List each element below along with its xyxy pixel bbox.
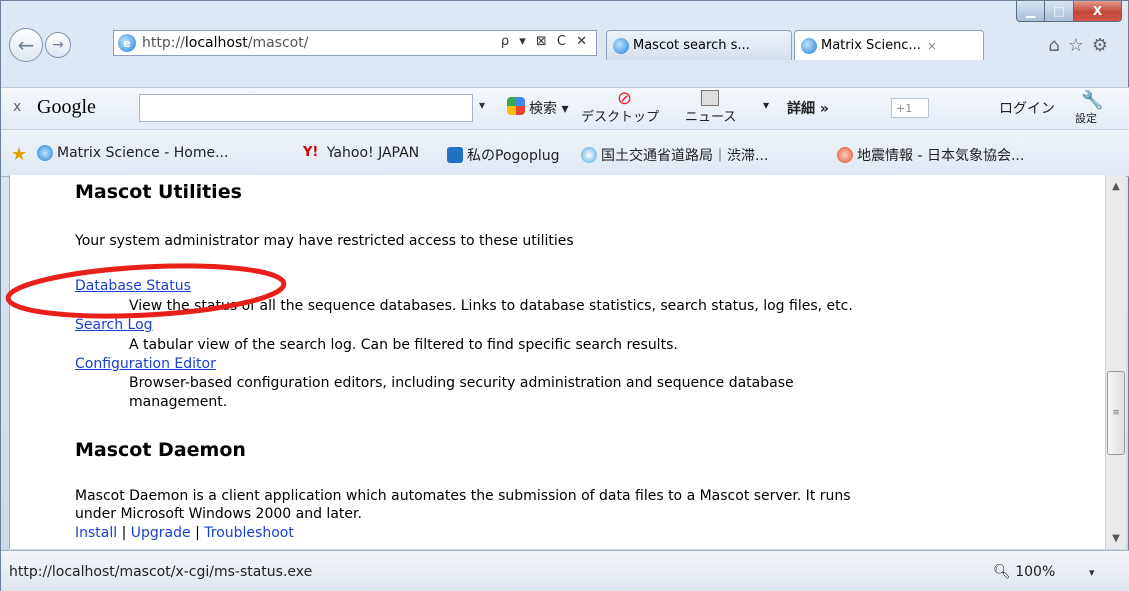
address-tools-icon[interactable]: ρ ▾ ⊠ C ✕ xyxy=(501,34,590,49)
forward-arrow-icon: → xyxy=(52,37,64,53)
favorites-bar: ★ Matrix Science - Home... Y! Yahoo! JAP… xyxy=(1,129,1129,177)
add-favorite-icon[interactable]: ★ xyxy=(11,144,27,165)
weather-icon xyxy=(837,147,853,163)
database-status-desc: View the status of all the sequence data… xyxy=(129,298,853,314)
favorite-label: Matrix Science - Home... xyxy=(57,145,229,161)
google-logo: Google xyxy=(37,96,96,118)
close-button[interactable]: X xyxy=(1074,1,1122,22)
pogoplug-icon xyxy=(447,147,463,163)
link-separator: | xyxy=(121,525,127,541)
tab-label: Mascot search s... xyxy=(633,38,750,53)
page-content: Mascot Utilities Your system administrat… xyxy=(9,175,1105,549)
tab-close-icon[interactable]: × xyxy=(927,39,937,53)
url-scheme: http:// xyxy=(142,35,185,51)
google-toolbar: x Google ▾ 検索 ▾ ⊘ デスクトップ ニュース ▾ 詳細 » +1 … xyxy=(1,87,1129,129)
maximize-icon: □ xyxy=(1053,4,1065,18)
back-button[interactable]: ← xyxy=(9,28,43,62)
tab-mascot-search[interactable]: Mascot search s... xyxy=(606,30,792,60)
yahoo-icon: Y! xyxy=(303,145,319,160)
scroll-thumb[interactable]: ≡ xyxy=(1107,371,1125,455)
favorite-label: 私のPogoplug xyxy=(467,148,560,164)
zoom-dropdown-icon[interactable]: ▾ xyxy=(1089,566,1095,579)
link-separator: | xyxy=(195,525,200,541)
favorite-link-earthquake[interactable]: 地震情報 - 日本気象協会... xyxy=(837,145,1024,165)
vertical-scrollbar[interactable]: ▲ ≡ ▼ xyxy=(1105,175,1126,549)
install-link[interactable]: Install xyxy=(75,525,117,541)
settings-button[interactable]: 設定 xyxy=(1075,110,1097,126)
url-host: localhost xyxy=(184,35,248,51)
upgrade-link[interactable]: Upgrade xyxy=(131,525,191,541)
daemon-links: Install | Upgrade | Troubleshoot xyxy=(75,525,294,541)
close-icon: X xyxy=(1092,4,1103,18)
wrench-icon: 🔧 xyxy=(1081,90,1104,111)
road-bureau-icon xyxy=(581,147,597,163)
news-button[interactable]: ニュース xyxy=(685,106,736,125)
tab-label: Matrix Scienc... xyxy=(821,38,921,53)
news-icon xyxy=(701,90,719,106)
section-heading-utilities: Mascot Utilities xyxy=(75,181,242,203)
search-dropdown-icon[interactable]: ▾ xyxy=(479,98,485,112)
search-log-link[interactable]: Search Log xyxy=(75,317,153,333)
status-bar: http://localhost/mascot/x-cgi/ms-status.… xyxy=(1,550,1129,591)
ie-page-icon: e xyxy=(118,34,136,52)
address-url[interactable]: http://localhost/mascot/ xyxy=(142,35,308,51)
favorite-link-matrix-science[interactable]: Matrix Science - Home... xyxy=(37,145,228,161)
favorite-label: 地震情報 - 日本気象協会... xyxy=(857,148,1025,164)
plus-one-button[interactable]: +1 xyxy=(891,98,929,118)
caption-buttons: ▁ □ X xyxy=(1016,1,1122,23)
configuration-editor-desc: Browser-based configuration editors, inc… xyxy=(129,375,794,391)
toolbar-close-icon[interactable]: x xyxy=(13,99,21,115)
address-bar[interactable]: e http://localhost/mascot/ ρ ▾ ⊠ C ✕ xyxy=(113,30,597,56)
daemon-text-2: under Microsoft Windows 2000 and later. xyxy=(75,506,362,522)
login-button[interactable]: ログイン xyxy=(999,98,1055,118)
configuration-editor-desc-2: management. xyxy=(129,394,228,410)
google-search-button[interactable]: 検索 ▾ xyxy=(529,98,568,118)
google-search-icon xyxy=(507,97,525,115)
status-url: http://localhost/mascot/x-cgi/ms-status.… xyxy=(9,564,313,580)
configuration-editor-link[interactable]: Configuration Editor xyxy=(75,356,216,372)
zoom-level[interactable]: 🔍︎ 100% xyxy=(993,564,1055,580)
daemon-text-1: Mascot Daemon is a client application wh… xyxy=(75,488,851,504)
home-icon[interactable]: ⌂ xyxy=(1048,35,1067,56)
news-dropdown-icon[interactable]: ▾ xyxy=(763,98,769,112)
favorite-label: 国土交通省道路局｜渋滞... xyxy=(601,148,769,164)
maximize-button[interactable]: □ xyxy=(1045,1,1074,22)
utilities-intro: Your system administrator may have restr… xyxy=(75,233,574,249)
google-search-input[interactable] xyxy=(139,94,473,122)
browser-window: ▁ □ X ← → e http://localhost/mascot/ ρ ▾… xyxy=(0,0,1129,591)
minimize-button[interactable]: ▁ xyxy=(1016,1,1045,22)
favorite-link-pogoplug[interactable]: 私のPogoplug xyxy=(447,145,560,165)
desktop-button[interactable]: デスクトップ xyxy=(581,106,659,125)
scroll-down-icon[interactable]: ▼ xyxy=(1106,527,1126,549)
search-log-desc: A tabular view of the search log. Can be… xyxy=(129,337,678,353)
forward-button[interactable]: → xyxy=(45,32,71,58)
back-arrow-icon: ← xyxy=(17,33,35,57)
section-heading-daemon: Mascot Daemon xyxy=(75,439,246,461)
zoom-value: 100% xyxy=(1015,564,1056,580)
minimize-icon: ▁ xyxy=(1025,4,1036,18)
more-button[interactable]: 詳細 » xyxy=(787,98,829,118)
troubleshoot-link[interactable]: Troubleshoot xyxy=(204,525,294,541)
scroll-up-icon[interactable]: ▲ xyxy=(1106,175,1126,197)
gear-icon[interactable]: ⚙ xyxy=(1092,35,1116,56)
browser-right-icons: ⌂☆⚙ xyxy=(1048,35,1116,56)
ie-tab-icon xyxy=(613,37,629,54)
zoom-icon: 🔍︎ xyxy=(993,564,1011,580)
favorite-link-yahoo[interactable]: Y! Yahoo! JAPAN xyxy=(303,145,419,161)
ie-page-icon xyxy=(37,145,53,161)
favorites-star-icon[interactable]: ☆ xyxy=(1068,35,1092,56)
ie-tab-icon xyxy=(801,37,817,54)
url-path: /mascot/ xyxy=(247,35,309,51)
favorite-link-road-bureau[interactable]: 国土交通省道路局｜渋滞... xyxy=(581,145,768,165)
favorite-label: Yahoo! JAPAN xyxy=(326,145,420,161)
database-status-link[interactable]: Database Status xyxy=(75,278,191,294)
navigation-row: ← → e http://localhost/mascot/ ρ ▾ ⊠ C ✕… xyxy=(1,23,1129,67)
tab-matrix-science[interactable]: Matrix Scienc... × xyxy=(794,30,984,60)
